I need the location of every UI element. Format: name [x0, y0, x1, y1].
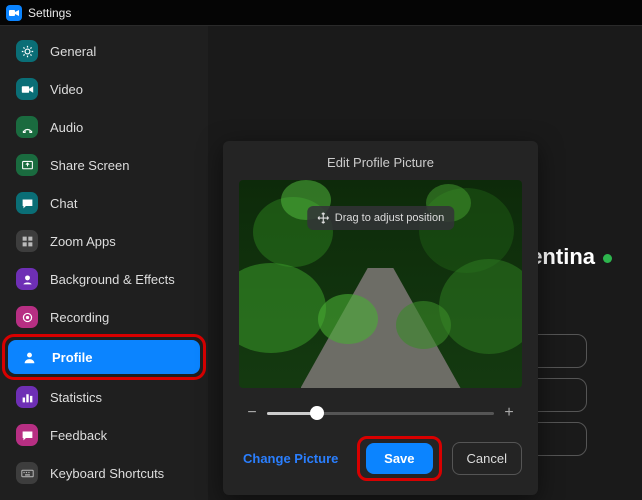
sidebar-item-accessibility[interactable]: Accessibility [6, 494, 202, 500]
recording-icon [16, 306, 38, 328]
sidebar-item-share-screen[interactable]: Share Screen [6, 148, 202, 182]
sidebar-item-label: Statistics [50, 390, 102, 405]
gear-icon [16, 40, 38, 62]
profile-icon [18, 346, 40, 368]
highlight-profile: Profile [6, 338, 202, 376]
sidebar-item-chat[interactable]: Chat [6, 186, 202, 220]
highlight-save: Save [361, 440, 437, 477]
sidebar-item-profile[interactable]: Profile [8, 340, 200, 374]
titlebar: Settings [0, 0, 642, 26]
sidebar-item-statistics[interactable]: Statistics [6, 380, 202, 414]
statistics-icon [16, 386, 38, 408]
drag-hint-pill: Drag to adjust position [307, 206, 454, 230]
settings-sidebar: General Video Audio Share Screen Chat Zo… [0, 26, 208, 500]
cancel-button[interactable]: Cancel [452, 442, 522, 475]
window-title: Settings [28, 6, 71, 20]
save-button[interactable]: Save [366, 443, 432, 474]
main-panel: Argentina Edit Profile Picture [208, 26, 642, 500]
sidebar-item-background-effects[interactable]: Background & Effects [6, 262, 202, 296]
sidebar-item-keyboard-shortcuts[interactable]: Keyboard Shortcuts [6, 456, 202, 490]
zoom-slider[interactable]: − + [245, 404, 516, 422]
feedback-icon [16, 424, 38, 446]
sidebar-item-label: Chat [50, 196, 77, 211]
sidebar-item-label: Background & Effects [50, 272, 175, 287]
sidebar-item-general[interactable]: General [6, 34, 202, 68]
zoom-in-icon[interactable]: + [502, 404, 516, 422]
sidebar-item-label: Feedback [50, 428, 107, 443]
share-screen-icon [16, 154, 38, 176]
move-icon [317, 212, 329, 224]
keyboard-icon [16, 462, 38, 484]
zoom-out-icon[interactable]: − [245, 404, 259, 422]
sidebar-item-label: Share Screen [50, 158, 130, 173]
sidebar-item-label: Profile [52, 350, 92, 365]
sidebar-item-zoom-apps[interactable]: Zoom Apps [6, 224, 202, 258]
sidebar-item-label: Zoom Apps [50, 234, 116, 249]
chat-icon [16, 192, 38, 214]
apps-icon [16, 230, 38, 252]
presence-dot-icon [603, 254, 612, 263]
slider-track[interactable] [267, 412, 494, 415]
edit-profile-picture-dialog: Edit Profile Picture Drag to adjust posi… [223, 141, 538, 495]
sidebar-item-audio[interactable]: Audio [6, 110, 202, 144]
zoom-app-icon [6, 5, 22, 21]
dialog-title: Edit Profile Picture [239, 155, 522, 170]
sidebar-item-recording[interactable]: Recording [6, 300, 202, 334]
video-icon [16, 78, 38, 100]
sidebar-item-label: Audio [50, 120, 83, 135]
sidebar-item-label: Video [50, 82, 83, 97]
sidebar-item-feedback[interactable]: Feedback [6, 418, 202, 452]
sidebar-item-label: Recording [50, 310, 109, 325]
audio-icon [16, 116, 38, 138]
sidebar-item-label: General [50, 44, 96, 59]
change-picture-link[interactable]: Change Picture [243, 451, 338, 466]
slider-knob[interactable] [310, 406, 324, 420]
picture-crop-area[interactable]: Drag to adjust position [239, 180, 522, 388]
sidebar-item-label: Keyboard Shortcuts [50, 466, 164, 481]
sidebar-item-video[interactable]: Video [6, 72, 202, 106]
effects-icon [16, 268, 38, 290]
